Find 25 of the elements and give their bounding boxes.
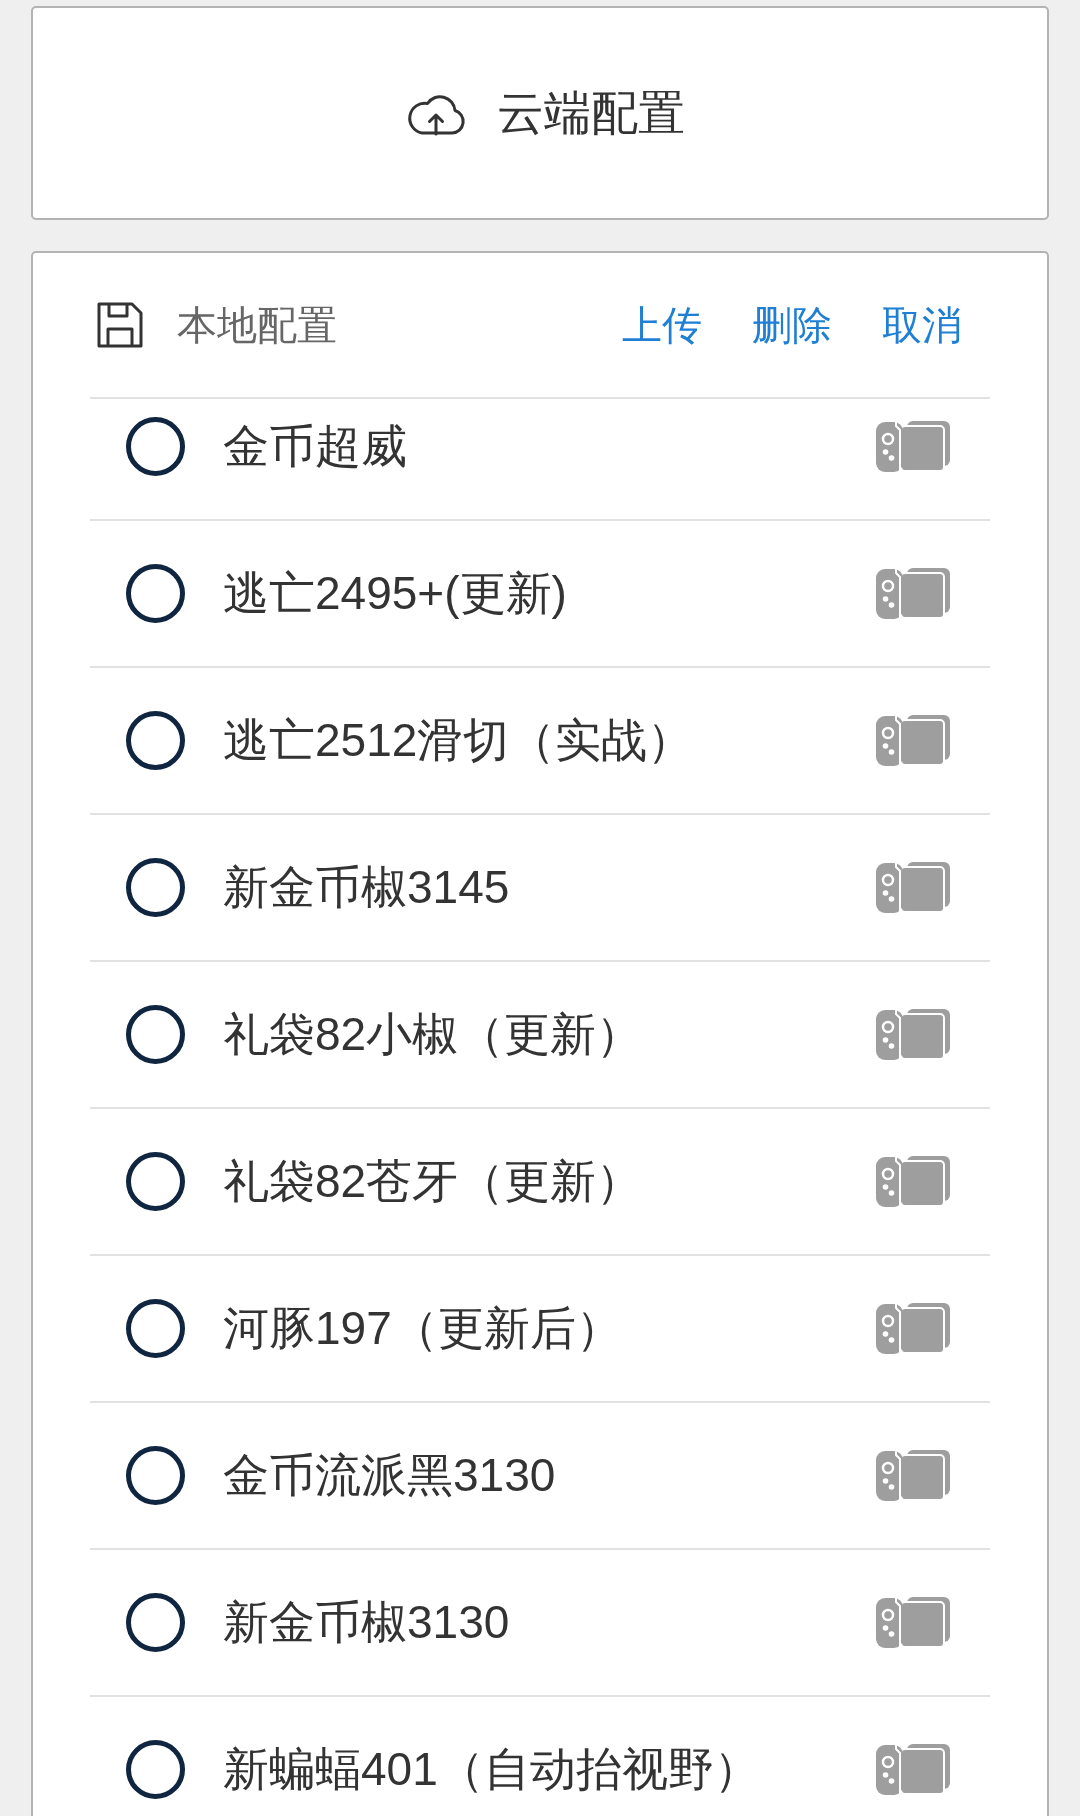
config-name: 金币超威	[223, 418, 408, 474]
game-console-icon[interactable]	[876, 715, 950, 766]
config-name: 礼袋82小椒（更新）	[223, 1006, 644, 1062]
config-name: 礼袋82苍牙（更新）	[223, 1153, 644, 1209]
game-console-icon[interactable]	[876, 1597, 950, 1648]
game-console-icon[interactable]	[876, 568, 950, 619]
game-console-icon[interactable]	[876, 421, 950, 472]
game-console-icon[interactable]	[876, 862, 950, 913]
game-console-icon[interactable]	[876, 1156, 950, 1207]
cancel-button[interactable]: 取消	[882, 297, 962, 353]
config-name: 新金币椒3145	[223, 859, 511, 915]
config-name: 逃亡2495+(更新)	[223, 565, 568, 621]
game-console-icon[interactable]	[876, 1744, 950, 1795]
config-name: 逃亡2512滑切（实战）	[223, 712, 695, 768]
delete-button[interactable]: 删除	[752, 297, 832, 353]
upload-button[interactable]: 上传	[622, 297, 702, 353]
game-console-icon[interactable]	[876, 1009, 950, 1060]
panel-title: 本地配置	[177, 301, 338, 349]
cloud-config-button[interactable]: 云端配置	[31, 6, 1049, 220]
config-name: 新蝙蝠401（自动抬视野）	[223, 1741, 761, 1797]
game-console-icon[interactable]	[876, 1450, 950, 1501]
config-name: 新金币椒3130	[223, 1594, 511, 1650]
config-name: 河豚197（更新后）	[223, 1300, 623, 1356]
game-console-icon[interactable]	[876, 1303, 950, 1354]
config-name: 金币流派黑3130	[223, 1447, 557, 1503]
